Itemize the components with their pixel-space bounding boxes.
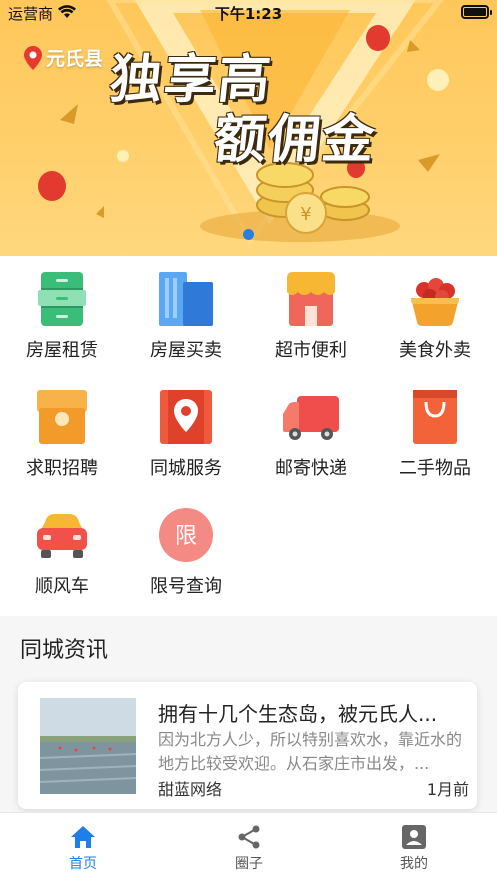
svg-text:¥: ¥ (300, 204, 311, 225)
news-time: 1月前 (426, 780, 469, 799)
tab-circle[interactable]: 圈子 (166, 813, 332, 883)
car-icon (37, 514, 87, 558)
service-item-carpool[interactable]: 顺风车 (0, 492, 124, 610)
tab-profile[interactable]: 我的 (331, 813, 497, 883)
service-label: 限号查询 (150, 576, 222, 597)
promo-headline: 独享高 额佣金 (106, 50, 390, 170)
service-item-express[interactable]: 邮寄快递 (249, 374, 373, 492)
news-card[interactable]: 拥有十几个生态岛，被元氏人... 因为北方人少，所以特别喜欢水，靠近水的地方比较… (18, 682, 477, 809)
service-item-city-services[interactable]: 同城服务 (124, 374, 248, 492)
banner-page-indicator[interactable] (243, 229, 254, 240)
status-bar: 运营商 下午1:23 (0, 0, 497, 26)
truck-icon (283, 396, 339, 440)
news-summary: 因为北方人少，所以特别喜欢水，靠近水的地方比较受欢迎。从石家庄市出发，... (158, 730, 463, 773)
service-label: 二手物品 (399, 458, 471, 479)
section-title-local-news: 同城资讯 (20, 638, 109, 663)
service-item-rent[interactable]: 房屋租赁 (0, 256, 124, 374)
service-grid: 房屋租赁 房屋买卖 超市便利 美食外卖 求职招聘 同城服务 邮寄快递 二手物品 … (0, 256, 497, 616)
shopping-bag-icon (413, 390, 457, 444)
service-label: 美食外卖 (399, 340, 471, 361)
app-screen: ¥ 运营商 下午1:23 元氏县 独享高 额佣金 房屋租赁 房屋买卖 超市便利 … (0, 0, 497, 883)
service-label: 邮寄快递 (275, 458, 347, 479)
limit-badge-icon: 限 (159, 508, 213, 562)
location-selector[interactable]: 元氏县 (24, 44, 103, 71)
service-item-plate-limit[interactable]: 限 限号查询 (124, 492, 248, 610)
limit-badge-text: 限 (175, 524, 197, 549)
promo-line-1: 独享高 (106, 50, 276, 110)
bottom-tab-bar: 首页 圈子 我的 (0, 812, 497, 883)
location-label: 元氏县 (46, 48, 104, 70)
service-item-supermarket[interactable]: 超市便利 (249, 256, 373, 374)
fruit-basket-icon (411, 278, 459, 326)
service-label: 顺风车 (35, 576, 89, 597)
service-label: 同城服务 (150, 458, 222, 479)
tab-home[interactable]: 首页 (0, 813, 166, 883)
service-label: 超市便利 (275, 340, 347, 361)
status-time: 下午1:23 (214, 5, 283, 23)
service-item-second-hand[interactable]: 二手物品 (373, 374, 497, 492)
promo-line-2: 额佣金 (210, 110, 380, 170)
service-item-food-delivery[interactable]: 美食外卖 (373, 256, 497, 374)
map-pin-icon (160, 390, 212, 444)
service-label: 求职招聘 (26, 458, 98, 479)
service-item-jobs[interactable]: 求职招聘 (0, 374, 124, 492)
profile-icon (402, 825, 426, 849)
service-label: 房屋租赁 (26, 340, 98, 361)
news-title: 拥有十几个生态岛，被元氏人... (158, 702, 438, 726)
tab-label: 圈子 (235, 856, 263, 872)
service-label: 房屋买卖 (150, 340, 222, 361)
buildings-icon (159, 272, 213, 326)
share-icon (238, 825, 260, 849)
promo-banner[interactable]: ¥ 运营商 下午1:23 元氏县 独享高 额佣金 (0, 0, 497, 256)
news-thumbnail (40, 698, 136, 794)
home-icon (71, 826, 95, 848)
location-pin-icon (24, 45, 42, 70)
battery-icon (461, 5, 492, 19)
news-source: 甜蓝网络 (158, 780, 223, 799)
cabinet-icon (38, 272, 86, 326)
briefcase-icon (37, 390, 87, 444)
tab-label: 首页 (69, 856, 97, 872)
tab-label: 我的 (400, 856, 428, 872)
service-item-buy-sell[interactable]: 房屋买卖 (124, 256, 248, 374)
store-icon (287, 272, 335, 326)
